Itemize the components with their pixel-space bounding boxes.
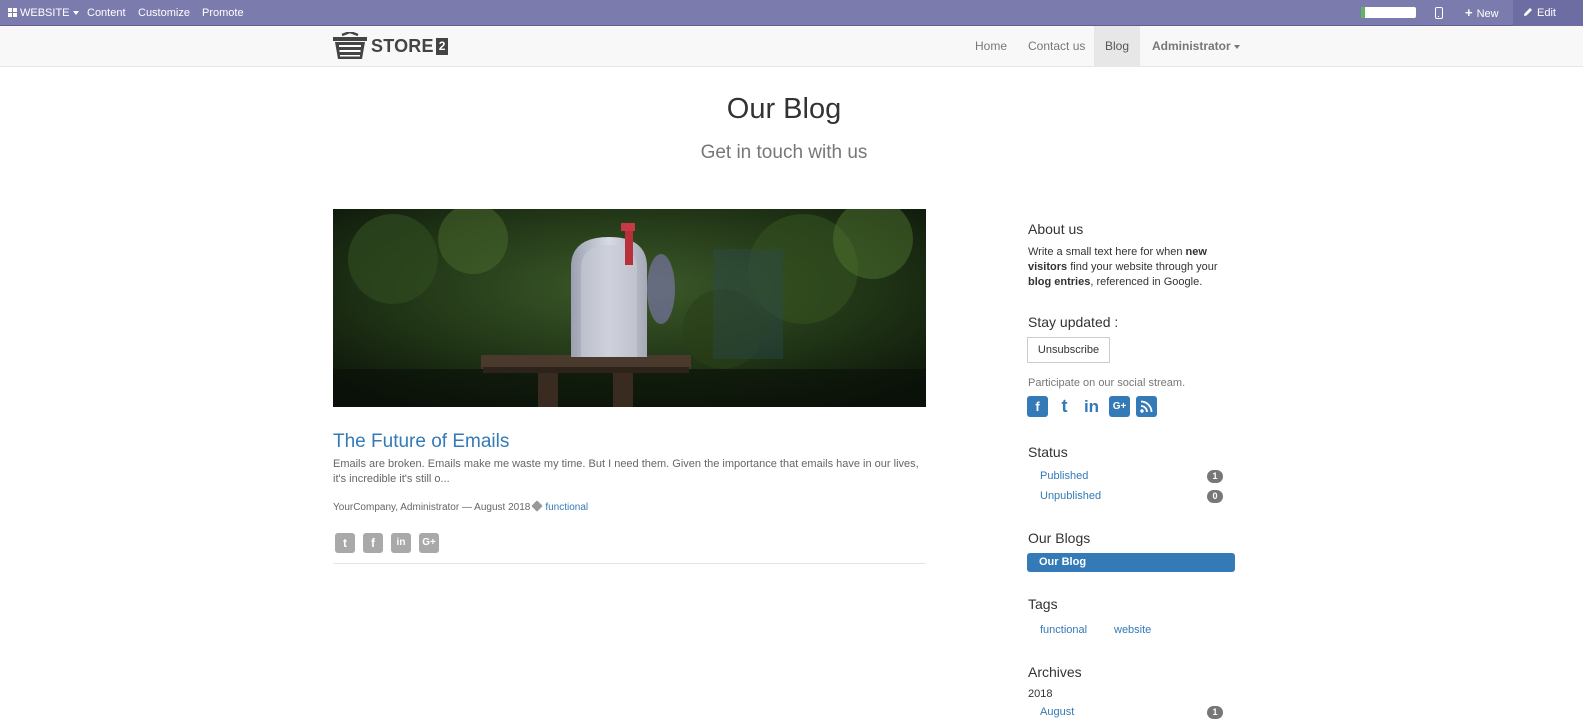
post-teaser: Emails are broken. Emails make me waste … bbox=[333, 458, 919, 485]
about-text-part: Write a small text here for when bbox=[1028, 246, 1186, 258]
site-navbar: STORE 2 Home Contact us Blog Administrato… bbox=[0, 26, 1583, 67]
store-logo[interactable]: STORE 2 bbox=[333, 31, 449, 61]
logo-number: 2 bbox=[435, 37, 449, 55]
nav-contact-us[interactable]: Contact us bbox=[1017, 26, 1096, 66]
tag-website-link[interactable]: website bbox=[1114, 624, 1151, 636]
about-text-part: , referenced in Google. bbox=[1090, 276, 1203, 288]
post-meta: YourCompany, Administrator — August 2018… bbox=[333, 500, 588, 513]
rss-icon[interactable] bbox=[1136, 396, 1157, 417]
promote-menu[interactable]: Promote bbox=[202, 0, 244, 26]
about-heading: About us bbox=[1028, 221, 1084, 237]
seo-progress-bar bbox=[1361, 7, 1416, 18]
google-plus-icon[interactable]: G+ bbox=[419, 533, 439, 553]
website-menu-label: WEBSITE bbox=[20, 7, 70, 19]
apps-grid-icon bbox=[8, 8, 17, 17]
post-tag-link[interactable]: functional bbox=[545, 502, 588, 513]
mobile-preview-icon[interactable] bbox=[1435, 7, 1443, 19]
tag-functional-link[interactable]: functional bbox=[1040, 624, 1087, 636]
nav-home[interactable]: Home bbox=[964, 26, 1018, 66]
linkedin-icon[interactable]: in bbox=[1081, 396, 1102, 417]
admin-bar: WEBSITE Content Customize Promote + New E… bbox=[0, 0, 1583, 26]
basket-icon bbox=[333, 32, 367, 59]
rss-glyph bbox=[1140, 400, 1153, 413]
about-text: Write a small text here for when new vis… bbox=[1028, 245, 1233, 290]
status-heading: Status bbox=[1028, 444, 1068, 460]
published-count-badge: 1 bbox=[1207, 470, 1223, 483]
status-unpublished-link[interactable]: Unpublished bbox=[1040, 490, 1101, 502]
progress-fill bbox=[1361, 7, 1366, 18]
archive-month-link[interactable]: August bbox=[1040, 706, 1074, 718]
post-divider bbox=[333, 563, 926, 564]
website-menu[interactable]: WEBSITE bbox=[8, 0, 79, 26]
archives-heading: Archives bbox=[1028, 664, 1082, 680]
twitter-icon[interactable]: t bbox=[335, 533, 355, 553]
content-menu[interactable]: Content bbox=[87, 0, 126, 26]
google-plus-icon[interactable]: G+ bbox=[1109, 396, 1130, 417]
tag-icon bbox=[531, 500, 544, 512]
edit-button-label: Edit bbox=[1537, 7, 1556, 19]
user-menu-label: Administrator bbox=[1152, 39, 1231, 53]
edit-button[interactable]: Edit bbox=[1513, 0, 1583, 26]
facebook-icon[interactable]: f bbox=[363, 533, 383, 553]
user-menu[interactable]: Administrator bbox=[1141, 26, 1251, 66]
facebook-icon[interactable]: f bbox=[1027, 396, 1048, 417]
linkedin-icon[interactable]: in bbox=[391, 533, 411, 553]
status-published-link[interactable]: Published bbox=[1040, 470, 1088, 482]
post-title-link[interactable]: The Future of Emails bbox=[333, 431, 509, 453]
page-subtitle: Get in touch with us bbox=[700, 142, 868, 163]
social-text: Participate on our social stream. bbox=[1028, 377, 1186, 389]
new-button[interactable]: + New bbox=[1465, 0, 1499, 26]
customize-menu[interactable]: Customize bbox=[138, 0, 190, 26]
page-title: Our Blog bbox=[726, 93, 842, 125]
archive-month-count-badge: 1 bbox=[1207, 706, 1223, 719]
stay-updated-heading: Stay updated : bbox=[1028, 314, 1119, 330]
twitter-icon[interactable]: t bbox=[1054, 396, 1075, 417]
unpublished-count-badge: 0 bbox=[1207, 490, 1223, 503]
mailbox-photo bbox=[333, 209, 926, 407]
new-button-label: New bbox=[1476, 8, 1499, 20]
our-blogs-heading: Our Blogs bbox=[1028, 530, 1091, 546]
post-author-date: YourCompany, Administrator — August 2018 bbox=[333, 502, 531, 513]
blog-item-our-blog[interactable]: Our Blog bbox=[1027, 553, 1235, 572]
pencil-icon bbox=[1524, 8, 1532, 16]
nav-blog[interactable]: Blog bbox=[1094, 26, 1140, 66]
caret-down-icon bbox=[1233, 44, 1240, 49]
caret-down-icon bbox=[72, 11, 79, 16]
about-text-bold: blog entries bbox=[1028, 276, 1091, 288]
logo-word: STORE bbox=[371, 35, 434, 56]
archive-year: 2018 bbox=[1028, 688, 1053, 700]
tags-heading: Tags bbox=[1028, 596, 1058, 612]
unsubscribe-button[interactable]: Unsubscribe bbox=[1027, 337, 1110, 363]
plus-icon: + bbox=[1465, 5, 1473, 20]
post-cover-image[interactable] bbox=[333, 209, 926, 407]
about-text-part: find your website through your bbox=[1067, 261, 1218, 273]
